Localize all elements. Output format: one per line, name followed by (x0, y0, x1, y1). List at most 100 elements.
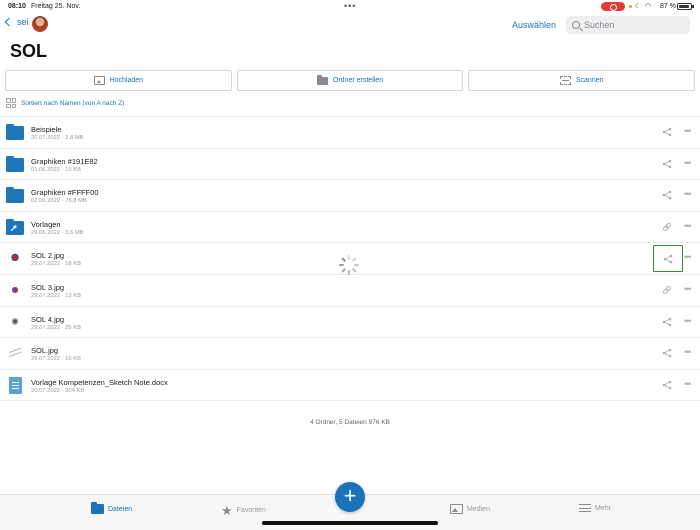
more-options-icon[interactable]: ••• (684, 221, 692, 231)
tab-mehr[interactable]: Mehr (579, 504, 611, 512)
folder-icon (6, 155, 24, 172)
tab-dateien[interactable]: Dateien (91, 502, 132, 514)
battery-fill (679, 5, 689, 8)
more-options-icon[interactable]: ••• (684, 158, 692, 168)
spinner-spoke (351, 257, 357, 263)
add-button[interactable]: + (335, 482, 365, 512)
select-button[interactable]: Auswählen (512, 20, 556, 30)
spinner-spoke (351, 267, 357, 273)
create-folder-label: Ordner erstellen (332, 77, 384, 84)
back-label: sei (17, 17, 29, 27)
list-item[interactable]: SOL 3.jpg 29.07.2022 · 13 KB ••• (0, 275, 700, 307)
avatar[interactable] (32, 16, 48, 32)
more-options-icon[interactable]: ••• (684, 252, 692, 262)
sort-label[interactable]: Sortiert nach Namen (von A nach Z) (21, 100, 124, 107)
action-bar: Hochladen Ordner erstellen Scannen (5, 70, 696, 91)
list-item[interactable]: ⊸ Vorlagen 29.06.2022 · 3,6 MB ••• (0, 212, 700, 244)
home-indicator[interactable] (262, 521, 438, 525)
navigation-bar: sei Auswählen (0, 14, 700, 36)
link-icon[interactable] (660, 283, 674, 297)
grid-view-icon[interactable] (6, 98, 16, 108)
item-icon (6, 187, 24, 204)
item-name: SOL 2.jpg (31, 251, 65, 261)
item-icon (6, 155, 24, 173)
share-icon[interactable] (660, 188, 674, 202)
more-options-icon[interactable]: ••• (684, 126, 692, 136)
list-item[interactable]: Vorlage Kompetenzen_Sketch Note.docx 20.0… (0, 370, 700, 402)
folder-summary: 4 Ordner, 5 Dateien 976 KB (310, 419, 390, 426)
more-options-icon[interactable]: ••• (684, 379, 692, 389)
menu-icon (579, 504, 591, 512)
item-meta: 29.07.2022 · 16 KB (31, 356, 81, 363)
screen-recording-icon[interactable] (601, 2, 625, 11)
item-icon (6, 376, 24, 394)
wifi-icon: ◠ (645, 3, 652, 10)
item-meta: 01.06.2022 · 15 KB (31, 166, 81, 173)
more-options-icon[interactable]: ••• (684, 284, 692, 294)
search-input[interactable] (584, 20, 684, 30)
folder-icon (6, 124, 24, 140)
list-item[interactable]: Graphiken #191E82 01.06.2022 · 15 KB ••• (0, 149, 700, 181)
battery-percentage: 87 % (660, 3, 676, 10)
folder-icon (6, 187, 24, 204)
spinner-spoke (348, 270, 350, 275)
list-item[interactable]: SOL.jpg 29.07.2022 · 16 KB ••• (0, 338, 700, 370)
shared-folder-icon: ⊸ (6, 218, 24, 235)
spinner-spoke (354, 264, 359, 266)
item-icon (6, 282, 24, 299)
item-icon: ⊸ (6, 218, 24, 236)
tab-medien[interactable]: Medien (450, 504, 490, 514)
search-icon (572, 21, 580, 29)
list-item[interactable]: SOL 4.jpg 29.07.2022 · 25 KB ••• (0, 307, 700, 339)
item-meta: 20.07.2022 · 904 KB (31, 387, 85, 394)
tab-favoriten[interactable]: ★ Favoriten (221, 504, 266, 517)
item-name: Graphiken #FFFF00 (31, 188, 99, 198)
more-options-icon[interactable]: ••• (684, 347, 692, 357)
item-meta: 29.07.2022 · 18 KB (31, 261, 81, 268)
image-thumbnail (9, 315, 21, 328)
upload-button[interactable]: Hochladen (5, 70, 232, 91)
more-options-icon[interactable]: ••• (684, 189, 692, 199)
search-bar[interactable] (566, 16, 690, 34)
share-icon[interactable] (660, 378, 674, 392)
share-icon[interactable] (660, 315, 674, 329)
item-name: SOL.jpg (31, 346, 59, 356)
status-time: 08:10 (8, 3, 26, 10)
scan-button[interactable]: Scannen (468, 70, 696, 91)
list-item[interactable]: Graphiken #FFFF00 02.06.2022 · 75,8 MB ••• (0, 180, 700, 212)
upload-label: Hochladen (109, 77, 144, 84)
image-thumbnail (9, 283, 21, 296)
item-icon (6, 314, 24, 331)
item-name: Beispiele (31, 125, 62, 134)
spinner-spoke (341, 267, 347, 273)
status-date: Freitag 25. Nov. (31, 3, 81, 10)
scan-icon (559, 76, 571, 85)
item-icon (6, 250, 24, 267)
multitasking-dots-icon[interactable]: ••• (344, 1, 356, 11)
share-icon[interactable] (660, 346, 674, 360)
list-item[interactable]: Beispiele 20.07.2022 · 2,8 MB ••• (0, 117, 700, 149)
sort-control[interactable]: Sortiert nach Namen (von A nach Z) (6, 98, 124, 108)
create-folder-button[interactable]: Ordner erstellen (236, 70, 464, 91)
folder-icon (91, 502, 104, 514)
document-icon (9, 376, 22, 394)
item-name: SOL 3.jpg (31, 282, 65, 292)
status-bar: 08:10 Freitag 25. Nov. ••• ☾ ◠ 87 % (0, 0, 700, 14)
link-icon[interactable] (660, 220, 674, 234)
tab-label: Mehr (595, 504, 611, 512)
back-button[interactable]: sei (4, 17, 29, 27)
page-title: SOL (10, 41, 48, 61)
share-icon[interactable] (653, 245, 683, 273)
spinner-spoke (348, 255, 350, 260)
more-options-icon[interactable]: ••• (684, 316, 692, 326)
item-name: SOL 4.jpg (31, 314, 65, 324)
mic-indicator-icon (629, 5, 632, 8)
spinner-spoke (339, 264, 344, 266)
image-thumbnail (9, 347, 21, 360)
spinner-spoke (341, 257, 347, 263)
share-icon[interactable] (660, 125, 674, 139)
item-meta: 29.07.2022 · 13 KB (31, 292, 81, 299)
focus-moon-icon: ☾ (635, 3, 642, 10)
item-name: Graphiken #191E82 (31, 156, 98, 166)
share-icon[interactable] (660, 157, 674, 171)
